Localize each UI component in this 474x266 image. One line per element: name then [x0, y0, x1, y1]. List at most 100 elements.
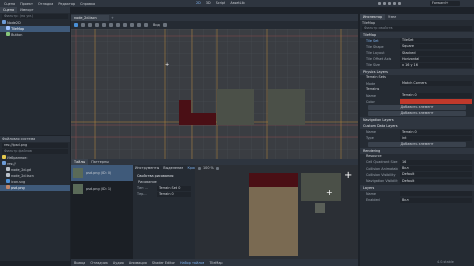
zoom-in-icon[interactable]: [215, 166, 219, 170]
inspector-prop: Color: [360, 99, 474, 105]
tab-tools[interactable]: Инструменты: [135, 166, 159, 170]
stop-icon[interactable]: [388, 1, 391, 5]
tile-red: [179, 113, 216, 125]
layer-enabled-checkbox[interactable]: Вкл: [400, 197, 472, 203]
custom-layer-type-select[interactable]: int: [400, 136, 472, 142]
workspace-script[interactable]: Script: [216, 1, 226, 5]
tile-layout-select[interactable]: Stacked: [400, 50, 472, 56]
cell-quadrant-size-field[interactable]: 16: [400, 160, 472, 165]
filesystem-file[interactable]: psd.png: [0, 185, 70, 191]
status-audio[interactable]: Аудио: [113, 261, 124, 265]
status-shader-editor[interactable]: Shader Editor: [152, 261, 175, 265]
filesystem-filter-input[interactable]: Фильтр файлов: [2, 149, 68, 154]
play-icon[interactable]: [378, 1, 381, 5]
add-element-button[interactable]: Добавить элемент: [368, 105, 466, 111]
tab-node-2d-scene[interactable]: node_2d.tscn: [71, 14, 109, 21]
script-icon: [6, 167, 10, 171]
tile-size-field[interactable]: x 16 y 16: [400, 62, 472, 68]
viewport-canvas[interactable]: +: [71, 29, 358, 159]
renderer-select[interactable]: Forward+: [430, 0, 460, 6]
lock-icon[interactable]: [130, 23, 134, 27]
menu-debug[interactable]: Отладка: [38, 2, 53, 6]
move-tool-icon[interactable]: [81, 23, 85, 27]
status-output[interactable]: Вывод: [74, 261, 85, 265]
paint-prop-row: Тер... Terrain 0: [135, 191, 193, 197]
layer-name-field[interactable]: [400, 191, 472, 197]
filesystem-title: Файловая система: [0, 136, 70, 142]
inspector-prop: Type int: [360, 135, 474, 142]
tile-source-item[interactable]: psd.png (ID: 1): [71, 181, 133, 197]
tile-tool-tabs: Инструменты Выделение Краска: [135, 166, 200, 170]
list-tool-icon[interactable]: [102, 23, 106, 27]
navigation-layers-section[interactable]: Navigation Layers: [360, 116, 474, 123]
snapshot-icon[interactable]: [162, 23, 167, 27]
menu-editor[interactable]: Редактор: [58, 2, 75, 6]
group-icon[interactable]: [137, 23, 141, 27]
add-element-button[interactable]: Добавить элемент: [368, 142, 466, 148]
tile-offset-axis-select[interactable]: Horizontal: [400, 56, 472, 62]
atlas-view[interactable]: 100 % + +: [195, 165, 358, 259]
tilemap-icon: [6, 26, 10, 30]
workspace-3d[interactable]: 3D: [206, 1, 211, 5]
scene-node-button[interactable]: Button: [0, 32, 70, 38]
collision-visibility-select[interactable]: Default: [400, 172, 472, 178]
pivot-tool-icon[interactable]: [109, 23, 113, 27]
button-node-icon: [6, 32, 10, 36]
menu-help[interactable]: Справка: [80, 2, 95, 6]
inspector-prop: Navigation Visibility Default: [360, 178, 474, 184]
view-menu[interactable]: Вид: [153, 23, 160, 27]
status-debugger[interactable]: Отладчик: [90, 261, 108, 265]
play-scene-icon[interactable]: [393, 1, 396, 5]
terrain-mode-select[interactable]: Match Corners: [400, 81, 472, 87]
custom-layer-name-field[interactable]: Terrain 0: [400, 129, 472, 135]
add-tile-icon[interactable]: +: [344, 171, 352, 181]
status-animation[interactable]: Анимация: [129, 261, 147, 265]
workspace-assetlib[interactable]: AssetLib: [230, 1, 244, 5]
scale-tool-icon[interactable]: [95, 23, 99, 27]
terrain-set-select[interactable]: Terrain Set 0: [157, 185, 191, 191]
menu-project[interactable]: Проект: [20, 2, 33, 6]
filesystem-dock: Файловая система res://ipsd.png Фильтр ф…: [0, 136, 70, 261]
menu-scene[interactable]: Сцена: [4, 2, 15, 6]
tile-source-item[interactable]: psd.png (ID: 0): [71, 165, 133, 181]
ruler-tool-icon[interactable]: [123, 23, 127, 27]
origin-crosshair-icon: +: [165, 62, 170, 68]
add-element-button[interactable]: Добавить элемент: [368, 111, 466, 117]
terrain-color-swatch[interactable]: [400, 99, 472, 105]
tile-gray: [268, 89, 305, 125]
inspector-prop: Enabled Вкл: [360, 197, 474, 203]
tileset-resource[interactable]: TileSet: [400, 38, 472, 44]
tab-scene[interactable]: Сцена: [0, 7, 18, 13]
add-scene-tab-icon[interactable]: +: [111, 16, 114, 20]
terrain-name-field[interactable]: Terrain 0: [400, 93, 472, 99]
viewport-grid: [71, 29, 358, 159]
bottom-status-bar: Вывод Отладчик Аудио Анимация Shader Edi…: [71, 259, 358, 266]
filesystem-path[interactable]: res://ipsd.png: [2, 143, 68, 148]
status-tileset[interactable]: Набор тайлов: [180, 261, 205, 265]
tab-import[interactable]: Импорт: [17, 7, 37, 13]
workspace-2d[interactable]: 2D: [196, 1, 201, 5]
navigation-visibility-select[interactable]: Default: [400, 178, 472, 184]
terrain-select[interactable]: Terrain 0: [157, 191, 191, 197]
rotate-tool-icon[interactable]: [88, 23, 92, 27]
image-file-icon: [6, 179, 10, 183]
tab-node[interactable]: Узел: [385, 14, 399, 20]
collision-animatable-checkbox[interactable]: Вкл: [400, 166, 472, 172]
pan-tool-icon[interactable]: [116, 23, 120, 27]
inspector-filter-input[interactable]: Фильтр свойств: [362, 26, 472, 31]
status-tilemap[interactable]: TileMap: [209, 261, 222, 265]
select-tool-icon[interactable]: [74, 23, 78, 27]
tab-selection[interactable]: Выделение: [163, 166, 183, 170]
atlas-tile-terrain: [249, 187, 298, 256]
tile-source-list: psd.png (ID: 0) psd.png (ID: 1): [71, 165, 133, 259]
bone-icon[interactable]: [144, 23, 148, 27]
tile-shape-select[interactable]: Square: [400, 44, 472, 50]
scene-filter-input[interactable]: Фильтр: (по ум.): [2, 14, 68, 19]
pause-icon[interactable]: [383, 1, 386, 5]
play-custom-icon[interactable]: [398, 1, 401, 5]
star-icon: [2, 155, 6, 159]
add-tile-icon[interactable]: +: [326, 189, 333, 197]
node2d-icon: [2, 20, 6, 24]
zoom-out-icon[interactable]: [198, 166, 201, 170]
viewport-toolbar: Вид: [71, 21, 358, 29]
